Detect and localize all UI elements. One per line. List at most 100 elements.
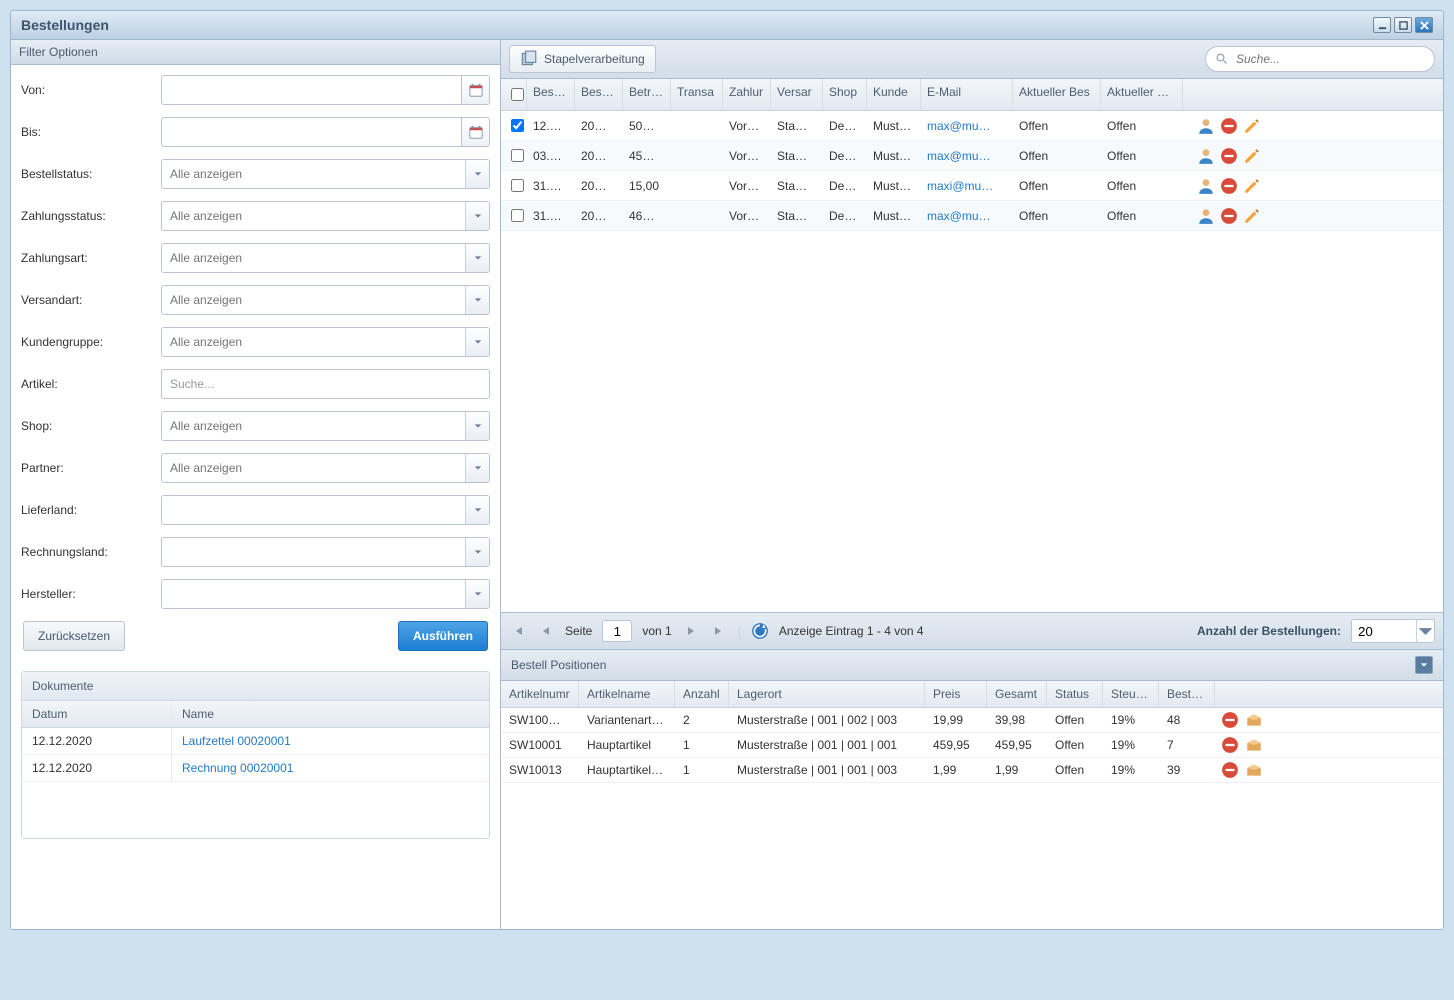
pcol-no[interactable]: Artikelnumr <box>501 681 579 707</box>
customer-icon[interactable] <box>1197 117 1215 135</box>
delete-icon[interactable] <box>1220 207 1238 225</box>
batch-processing-button[interactable]: Stapelverarbeitung <box>509 45 656 73</box>
input-artikel[interactable] <box>161 369 490 399</box>
document-row[interactable]: 12.12.2020 Laufzettel 00020001 <box>22 728 489 755</box>
combo-lieferland-input[interactable] <box>162 496 465 524</box>
order-row[interactable]: 31.… 20… 46… Vor… Sta… De… Must… max@mu…… <box>501 201 1443 231</box>
combo-partner-input[interactable] <box>162 454 465 482</box>
row-checkbox[interactable] <box>511 179 524 192</box>
combo-versandart[interactable] <box>161 285 490 315</box>
col-akt-zahl[interactable]: Aktueller Zah <box>1101 79 1183 110</box>
row-checkbox[interactable] <box>511 119 524 132</box>
combo-kundengruppe[interactable] <box>161 327 490 357</box>
row-checkbox[interactable] <box>511 149 524 162</box>
per-page-select[interactable] <box>1351 619 1435 643</box>
customer-icon[interactable] <box>1197 207 1215 225</box>
pager-prev[interactable] <box>537 622 555 640</box>
chevron-down-icon[interactable] <box>465 412 489 440</box>
pager-next[interactable] <box>682 622 700 640</box>
order-row[interactable]: 31.… 20… 15,00 Vor… Sta… De… Must… maxi@… <box>501 171 1443 201</box>
position-row[interactable]: SW100… Variantenart… 2 Musterstraße | 00… <box>501 708 1443 733</box>
pcol-tax[interactable]: Steuern <box>1103 681 1159 707</box>
combo-kundengruppe-input[interactable] <box>162 328 465 356</box>
per-page-input[interactable] <box>1352 620 1416 642</box>
input-bis[interactable] <box>161 117 462 147</box>
delete-icon[interactable] <box>1220 147 1238 165</box>
combo-zahlungsstatus[interactable] <box>161 201 490 231</box>
combo-hersteller-input[interactable] <box>162 580 465 608</box>
chevron-down-icon[interactable] <box>465 244 489 272</box>
order-row[interactable]: 03.… 20… 45… Vor… Sta… De… Must… max@mu…… <box>501 141 1443 171</box>
position-row[interactable]: SW10001 Hauptartikel 1 Musterstraße | 00… <box>501 733 1443 758</box>
documents-col-name[interactable]: Name <box>172 701 489 727</box>
pager-page-input[interactable] <box>602 620 632 642</box>
pcol-price[interactable]: Preis <box>925 681 987 707</box>
document-link[interactable]: Rechnung 00020001 <box>182 761 293 775</box>
pcol-status[interactable]: Status <box>1047 681 1103 707</box>
pcol-stock[interactable]: Bestand <box>1159 681 1215 707</box>
documents-col-date[interactable]: Datum <box>22 701 172 727</box>
chevron-down-icon[interactable] <box>465 580 489 608</box>
combo-versandart-input[interactable] <box>162 286 465 314</box>
delete-icon[interactable] <box>1220 117 1238 135</box>
maximize-button[interactable] <box>1394 17 1412 33</box>
cell-email[interactable]: max@mu… <box>921 114 1013 138</box>
chevron-down-icon[interactable] <box>465 202 489 230</box>
open-article-icon[interactable] <box>1245 736 1263 754</box>
pcol-loc[interactable]: Lagerort <box>729 681 925 707</box>
chevron-down-icon[interactable] <box>465 160 489 188</box>
run-button[interactable]: Ausführen <box>398 621 488 651</box>
combo-zahlungsart[interactable] <box>161 243 490 273</box>
edit-icon[interactable] <box>1243 117 1261 135</box>
search-input[interactable] <box>1234 51 1424 67</box>
datepicker-bis-button[interactable] <box>462 117 490 147</box>
chevron-down-icon[interactable] <box>465 328 489 356</box>
open-article-icon[interactable] <box>1245 711 1263 729</box>
cell-email[interactable]: max@mu… <box>921 204 1013 228</box>
col-bestellnr[interactable]: Bestell <box>527 79 575 110</box>
refresh-button[interactable] <box>751 622 769 640</box>
col-email[interactable]: E-Mail <box>921 79 1013 110</box>
delete-icon[interactable] <box>1221 761 1239 779</box>
combo-zahlungsart-input[interactable] <box>162 244 465 272</box>
edit-icon[interactable] <box>1243 207 1261 225</box>
edit-icon[interactable] <box>1243 177 1261 195</box>
chevron-down-icon[interactable] <box>1416 620 1434 642</box>
col-betrag[interactable]: Betrag <box>623 79 671 110</box>
chevron-down-icon[interactable] <box>465 454 489 482</box>
cell-email[interactable]: maxi@mu… <box>921 174 1013 198</box>
select-all-checkbox[interactable] <box>511 88 524 101</box>
combo-partner[interactable] <box>161 453 490 483</box>
document-row[interactable]: 12.12.2020 Rechnung 00020001 <box>22 755 489 782</box>
order-row[interactable]: 12.… 20… 50… Vor… Sta… De… Must… max@mu…… <box>501 111 1443 141</box>
open-article-icon[interactable] <box>1245 761 1263 779</box>
collapse-positions-button[interactable] <box>1415 656 1433 674</box>
col-transaktion[interactable]: Transa <box>671 79 723 110</box>
customer-icon[interactable] <box>1197 147 1215 165</box>
row-checkbox[interactable] <box>511 209 524 222</box>
combo-hersteller[interactable] <box>161 579 490 609</box>
pcol-total[interactable]: Gesamt <box>987 681 1047 707</box>
document-link[interactable]: Laufzettel 00020001 <box>182 734 291 748</box>
combo-rechnungsland[interactable] <box>161 537 490 567</box>
chevron-down-icon[interactable] <box>465 286 489 314</box>
datepicker-von-button[interactable] <box>462 75 490 105</box>
pager-first[interactable] <box>509 622 527 640</box>
input-von[interactable] <box>161 75 462 105</box>
col-zahlung[interactable]: Zahlur <box>723 79 771 110</box>
pcol-qty[interactable]: Anzahl <box>675 681 729 707</box>
chevron-down-icon[interactable] <box>465 496 489 524</box>
col-bestellzeit[interactable]: Bestell <box>575 79 623 110</box>
combo-lieferland[interactable] <box>161 495 490 525</box>
minimize-button[interactable] <box>1373 17 1391 33</box>
customer-icon[interactable] <box>1197 177 1215 195</box>
pcol-name[interactable]: Artikelname <box>579 681 675 707</box>
delete-icon[interactable] <box>1220 177 1238 195</box>
pager-last[interactable] <box>710 622 728 640</box>
delete-icon[interactable] <box>1221 736 1239 754</box>
combo-bestellstatus[interactable] <box>161 159 490 189</box>
combo-shop[interactable] <box>161 411 490 441</box>
close-button[interactable] <box>1415 17 1433 33</box>
col-kunde[interactable]: Kunde <box>867 79 921 110</box>
combo-rechnungsland-input[interactable] <box>162 538 465 566</box>
